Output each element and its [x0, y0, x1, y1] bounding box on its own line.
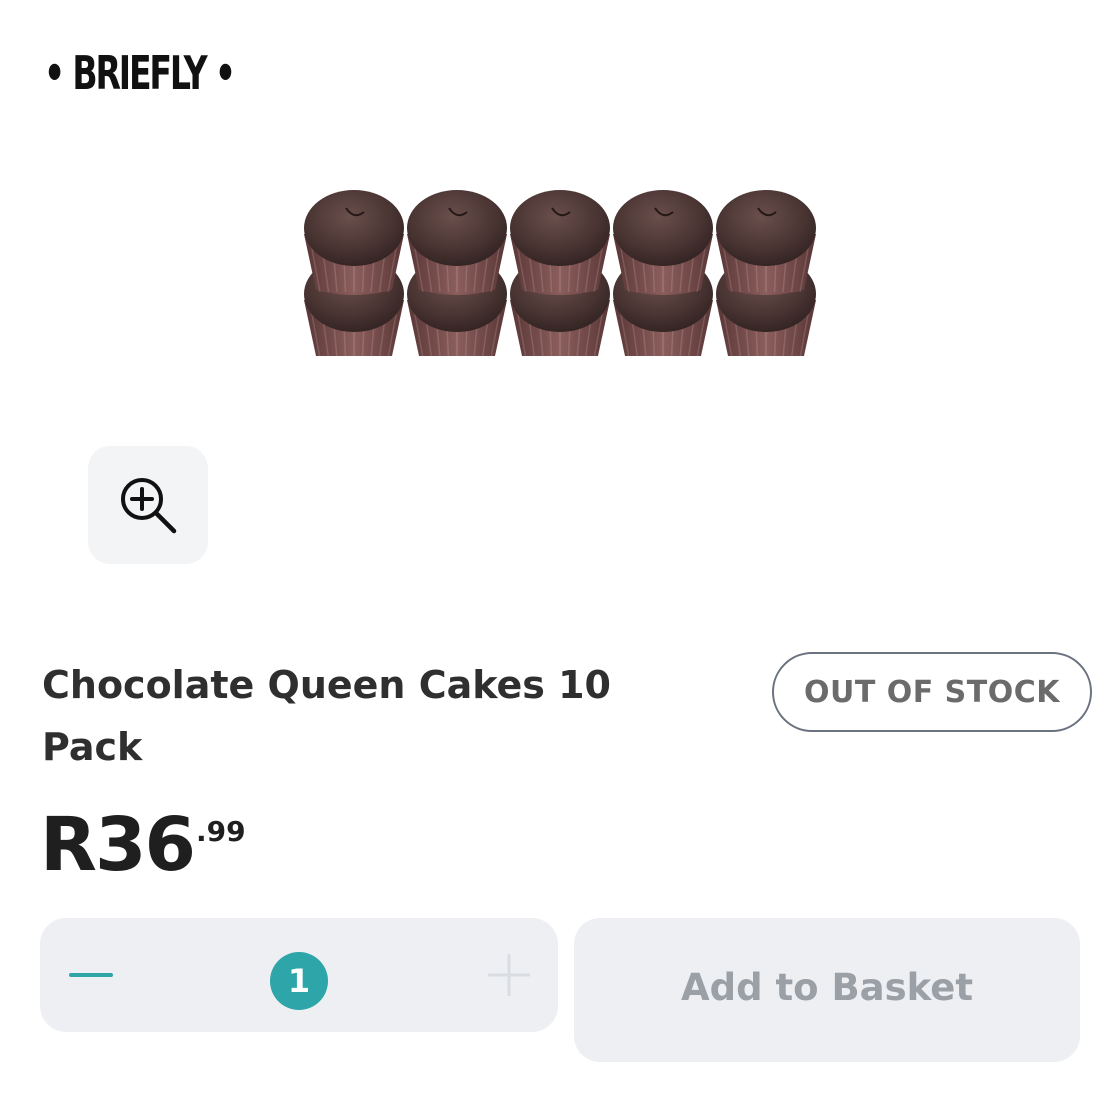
minus-icon [69, 973, 113, 977]
product-title: Chocolate Queen Cakes 10 Pack [42, 663, 611, 769]
muffin [510, 190, 610, 295]
zoom-in-icon [121, 478, 177, 534]
add-to-basket-button[interactable]: Add to Basket [574, 918, 1080, 1062]
increase-quantity-button[interactable] [484, 948, 534, 1002]
quantity-stepper: 1 [40, 918, 558, 1032]
price-main: R36 [40, 802, 196, 888]
plus-icon [488, 954, 530, 996]
product-price: R36 .99 [40, 800, 246, 890]
zoom-button[interactable] [88, 446, 208, 564]
muffin [304, 190, 404, 295]
muffin [407, 190, 507, 295]
muffin [716, 190, 816, 295]
decrease-quantity-button[interactable] [66, 954, 116, 996]
stock-status-badge: OUT OF STOCK [772, 652, 1092, 732]
quantity-value[interactable]: 1 [270, 952, 328, 1010]
product-image [304, 190, 816, 356]
price-cents: .99 [195, 815, 246, 848]
muffin [613, 190, 713, 295]
briefly-watermark: • BRIEFLY • [44, 46, 236, 100]
